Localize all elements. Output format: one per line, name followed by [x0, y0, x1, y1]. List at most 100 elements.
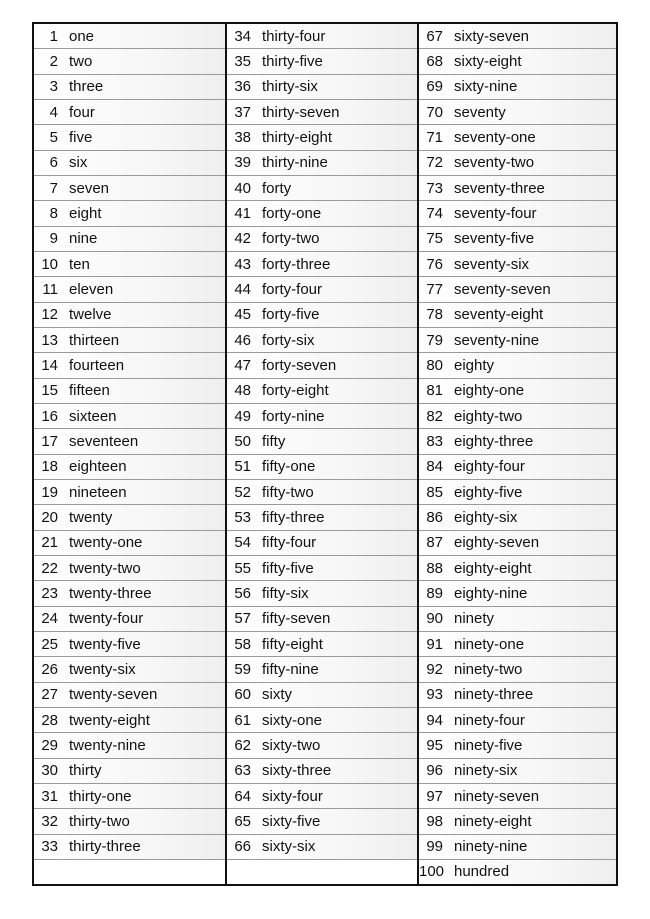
- table-row: 48 forty-eight: [227, 378, 417, 404]
- number-cell: 14: [41, 356, 58, 374]
- number-cell: 89: [426, 584, 443, 602]
- word-cell: forty-one: [262, 204, 322, 222]
- number-cell: 72: [426, 154, 443, 172]
- table-row: 70 seventy: [419, 99, 616, 126]
- number-cell: 49: [234, 407, 251, 425]
- table-row: 99 ninety-nine: [419, 834, 616, 860]
- table-row: 63 sixty-three: [227, 758, 417, 784]
- number-cell: 30: [41, 762, 58, 780]
- empty-row: [227, 859, 417, 885]
- word-cell: twelve: [69, 306, 112, 324]
- word-cell: eighty-three: [454, 432, 534, 450]
- word-cell: thirty-two: [69, 812, 130, 830]
- number-cell: 25: [41, 635, 58, 653]
- number-cell: 57: [234, 610, 251, 628]
- number-cell: 47: [234, 356, 251, 374]
- number-cell: 55: [234, 559, 251, 577]
- table-row: 57 fifty-seven: [227, 606, 417, 632]
- word-cell: twenty-two: [69, 559, 141, 577]
- word-cell: eighty-nine: [454, 584, 528, 602]
- number-cell: 40: [234, 179, 251, 197]
- word-cell: twenty-three: [69, 584, 152, 602]
- number-cell: 2: [49, 52, 58, 70]
- word-cell: sixty-two: [262, 736, 321, 754]
- word-cell: twenty-four: [69, 610, 144, 628]
- number-cell: 22: [41, 559, 58, 577]
- word-cell: seventeen: [69, 432, 139, 450]
- number-cell: 31: [41, 787, 58, 805]
- word-cell: fifty-seven: [262, 610, 331, 628]
- word-cell: thirty-nine: [262, 154, 328, 172]
- word-cell: sixty-one: [262, 711, 323, 729]
- word-cell: eighty-two: [454, 407, 523, 425]
- word-cell: ninety-seven: [454, 787, 540, 805]
- table-row: 50 fifty: [227, 429, 417, 455]
- number-cell: 93: [426, 686, 443, 704]
- number-cell: 8: [49, 204, 58, 222]
- word-cell: four: [69, 103, 95, 121]
- word-cell: forty-three: [262, 255, 331, 273]
- number-cell: 73: [426, 179, 443, 197]
- number-cell: 50: [234, 432, 251, 450]
- number-cell: 95: [426, 736, 443, 754]
- number-cell: 58: [234, 635, 251, 653]
- table-row: 13 thirteen: [34, 327, 225, 354]
- table-row: 79 seventy-nine: [419, 327, 616, 354]
- word-cell: thirty-four: [262, 27, 326, 45]
- table-row: 98 ninety-eight: [419, 809, 616, 835]
- number-cell: 64: [234, 787, 251, 805]
- table-row: 80 eighty: [419, 353, 616, 379]
- word-cell: sixty-six: [262, 838, 316, 856]
- word-cell: ninety-two: [454, 660, 523, 678]
- word-cell: fifteen: [69, 382, 110, 400]
- word-cell: seventy-six: [454, 255, 530, 273]
- table-row: 41 forty-one: [227, 201, 417, 227]
- word-cell: ninety-nine: [454, 838, 528, 856]
- table-row: 30 thirty: [34, 758, 225, 784]
- table-row: 40 forty: [227, 175, 417, 202]
- word-cell: thirty-five: [262, 52, 323, 70]
- word-cell: two: [69, 52, 93, 70]
- number-cell: 75: [426, 230, 443, 248]
- number-cell: 23: [41, 584, 58, 602]
- number-cell: 94: [426, 711, 443, 729]
- table-row: 86 eighty-six: [419, 505, 616, 531]
- word-cell: seventy-four: [454, 204, 537, 222]
- number-cell: 96: [426, 762, 443, 780]
- number-cell: 52: [234, 483, 251, 501]
- word-cell: twenty-one: [69, 534, 143, 552]
- table-row: 26 twenty-six: [34, 657, 225, 683]
- number-cell: 100: [419, 863, 445, 881]
- number-cell: 74: [426, 204, 443, 222]
- number-cell: 20: [41, 508, 58, 526]
- table-row: 35 thirty-five: [227, 49, 417, 75]
- word-cell: fifty-three: [262, 508, 325, 526]
- number-cell: 69: [426, 78, 443, 96]
- number-cell: 77: [426, 280, 443, 298]
- word-cell: three: [69, 78, 104, 96]
- number-cell: 44: [234, 280, 251, 298]
- table-row: 18 eighteen: [34, 454, 225, 480]
- table-row: 31 thirty-one: [34, 783, 225, 810]
- table-row: 51 fifty-one: [227, 454, 417, 480]
- table-row: 81 eighty-one: [419, 378, 616, 404]
- word-cell: nineteen: [69, 483, 127, 501]
- word-cell: seventy-three: [454, 179, 545, 197]
- table-row: 53 fifty-three: [227, 505, 417, 531]
- table-row: 3 three: [34, 74, 225, 100]
- number-cell: 80: [426, 356, 443, 374]
- word-cell: fifty: [262, 432, 286, 450]
- number-cell: 39: [234, 154, 251, 172]
- word-cell: eleven: [69, 280, 114, 298]
- table-row: 64 sixty-four: [227, 783, 417, 810]
- number-cell: 11: [42, 280, 58, 298]
- table-row: 47 forty-seven: [227, 353, 417, 379]
- table-row: 22 twenty-two: [34, 555, 225, 582]
- table-row: 67 sixty-seven: [419, 24, 616, 50]
- table-row: 25 twenty-five: [34, 631, 225, 658]
- table-row: 84 eighty-four: [419, 454, 616, 480]
- number-cell: 82: [426, 407, 443, 425]
- table-row: 75 seventy-five: [419, 226, 616, 252]
- number-cell: 3: [49, 78, 58, 96]
- number-cell: 53: [234, 508, 251, 526]
